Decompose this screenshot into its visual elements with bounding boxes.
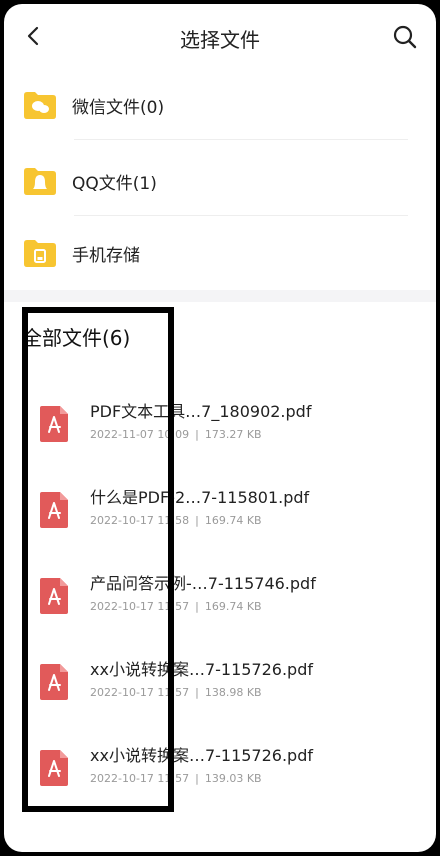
file-size: 169.74 KB [204,600,262,613]
search-icon [393,25,417,49]
file-date: 2022-10-17 11:58 [90,514,190,527]
pdf-icon [40,578,68,614]
file-date: 2022-10-17 11:57 [90,772,190,785]
storage-folder-icon [24,240,56,267]
file-size: 139.03 KB [204,772,262,785]
search-button[interactable] [392,24,418,50]
file-meta: 2022-10-17 11:57 | 139.03 KB [90,772,262,785]
header-bar: 选择文件 [4,4,436,70]
folder-item-wechat[interactable]: 微信文件(0) [22,70,418,140]
file-size: 138.98 KB [204,686,262,699]
file-date: 2022-11-07 10:09 [90,428,190,441]
all-files-title: 全部文件(6) [22,326,131,350]
file-meta: 2022-11-07 10:09 | 173.27 KB [90,428,262,441]
wechat-folder-icon [24,92,56,119]
file-date: 2022-10-17 11:57 [90,600,190,613]
file-item[interactable]: xx小说转换案…7-115726.pdf 2022-10-17 11:57 | 13… [22,642,418,728]
file-date: 2022-10-17 11:57 [90,686,190,699]
file-meta: 2022-10-17 11:57 | 169.74 KB [90,600,262,613]
qq-folder-icon [24,168,56,195]
file-item[interactable]: PDF文本工具…7_180902.pdf 2022-11-07 10:09 | 17… [22,384,418,470]
file-item[interactable]: xx小说转换案…7-115726.pdf 2022-10-17 11:57 | 13… [22,728,418,814]
file-name: 产品问答示例-…7-115746.pdf [90,574,316,593]
pdf-icon [40,750,68,786]
divider [74,215,408,216]
file-size: 173.27 KB [204,428,262,441]
file-item[interactable]: 什么是PDF-2…7-115801.pdf 2022-10-17 11:58 | 1… [22,470,418,556]
file-size: 169.74 KB [204,514,262,527]
pdf-icon [40,492,68,528]
file-name: xx小说转换案…7-115726.pdf [90,660,314,679]
folder-item-storage[interactable]: 手机存储 [22,218,418,288]
folder-label: 手机存储 [72,245,140,266]
pdf-icon [40,406,68,442]
file-meta: 2022-10-17 11:57 | 138.98 KB [90,686,262,699]
file-item[interactable]: 产品问答示例-…7-115746.pdf 2022-10-17 11:57 | 16… [22,556,418,642]
file-name: 什么是PDF-2…7-115801.pdf [90,488,310,507]
file-picker-screen: 选择文件 微信文件(0) QQ文件(1) 手机存储 全部文件(6) PDF文本工… [4,4,436,852]
folder-label: QQ文件(1) [72,173,157,194]
divider [74,139,408,140]
file-name: PDF文本工具…7_180902.pdf [90,402,312,421]
file-meta: 2022-10-17 11:58 | 169.74 KB [90,514,262,527]
page-title: 选择文件 [180,28,260,52]
folder-item-qq[interactable]: QQ文件(1) [22,146,418,216]
section-divider [4,290,436,302]
pdf-icon [40,664,68,700]
file-name: xx小说转换案…7-115726.pdf [90,746,314,765]
folder-label: 微信文件(0) [72,97,165,118]
